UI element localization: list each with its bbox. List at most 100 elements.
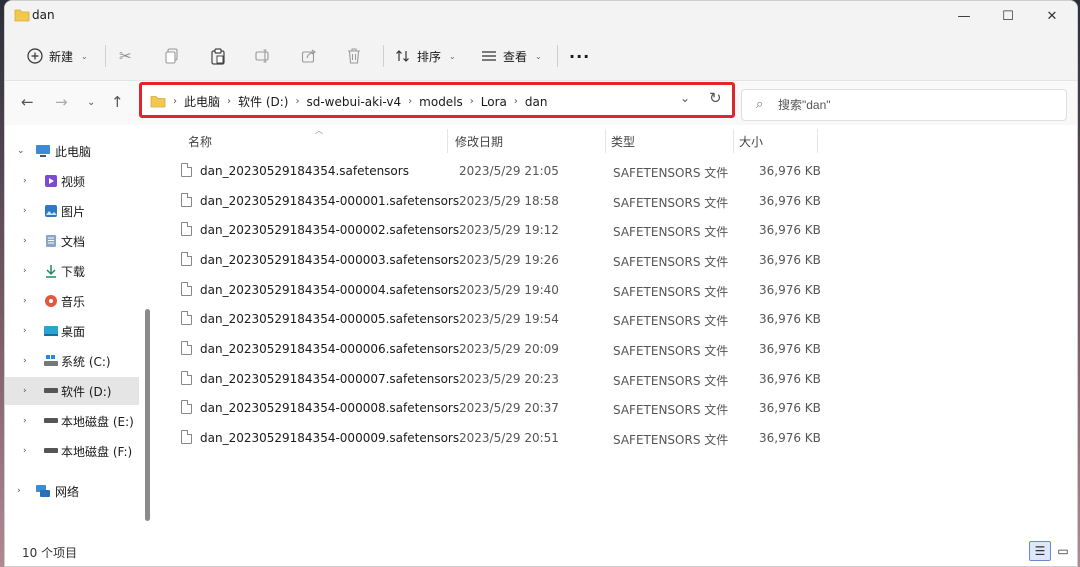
title-bar: dan — ☐ ✕ [5, 1, 1077, 31]
file-type: SAFETENSORS 文件 [613, 403, 729, 417]
column-divider[interactable] [605, 129, 606, 153]
rename-button[interactable] [255, 41, 271, 71]
file-modified: 2023/5/29 18:58 [459, 194, 559, 208]
status-bar: 10 个项目 ☰ ▭ [5, 541, 1077, 566]
sidebar-item-music[interactable]: › 音乐 [5, 287, 139, 315]
more-options-button[interactable]: ··· [569, 41, 590, 71]
file-row[interactable]: dan_20230529184354-000004.safetensors 20… [175, 275, 821, 305]
toolbar-divider [557, 45, 558, 67]
file-list: ︿ 名称 修改日期 类型 大小 dan_20230529184354.safet… [155, 125, 1077, 541]
sidebar-item-this-pc[interactable]: ⌄ 此电脑 [5, 137, 139, 165]
file-row[interactable]: dan_20230529184354.safetensors 2023/5/29… [175, 156, 821, 186]
chevron-right-icon[interactable]: › [23, 206, 27, 216]
share-button[interactable] [301, 41, 317, 71]
chevron-right-icon[interactable]: › [23, 416, 27, 426]
file-row[interactable]: dan_20230529184354-000002.safetensors 20… [175, 215, 821, 245]
sidebar-item-label: 图片 [61, 204, 86, 219]
back-arrow-icon[interactable]: ← [21, 93, 34, 111]
sidebar-item-drive-e[interactable]: › 本地磁盘 (E:) [5, 407, 139, 435]
sidebar-item-documents[interactable]: › 文档 [5, 227, 139, 255]
file-row[interactable]: dan_20230529184354-000008.safetensors 20… [175, 393, 821, 423]
search-input[interactable] [778, 96, 1058, 114]
sidebar-item-network[interactable]: › 网络 [5, 477, 139, 505]
breadcrumb-item[interactable]: 软件 (D:) [238, 93, 288, 110]
file-name: dan_20230529184354-000006.safetensors [200, 342, 460, 356]
chevron-right-icon[interactable]: › [23, 446, 27, 456]
forward-arrow-icon[interactable]: → [55, 93, 68, 111]
file-row[interactable]: dan_20230529184354-000006.safetensors 20… [175, 334, 821, 364]
sidebar-item-downloads[interactable]: › 下载 [5, 257, 139, 285]
rename-icon [255, 49, 269, 63]
delete-button[interactable] [347, 41, 361, 71]
file-row[interactable]: dan_20230529184354-000009.safetensors 20… [175, 423, 821, 453]
breadcrumb-item[interactable]: models [419, 95, 463, 109]
paste-button[interactable] [210, 41, 226, 71]
large-icons-view-button[interactable]: ▭ [1053, 541, 1073, 561]
file-modified: 2023/5/29 19:54 [459, 312, 559, 326]
chevron-right-icon[interactable]: › [23, 266, 27, 276]
sidebar-item-drive-f[interactable]: › 本地磁盘 (F:) [5, 437, 139, 465]
sidebar-item-label: 本地磁盘 (F:) [61, 444, 133, 459]
sidebar-item-label: 桌面 [61, 324, 86, 339]
chevron-right-icon[interactable]: › [23, 386, 27, 396]
chevron-down-icon[interactable]: ⌄ [17, 146, 25, 156]
recent-locations-chevron-icon[interactable]: ⌄ [87, 97, 95, 108]
address-history-chevron-icon[interactable]: ⌄ [680, 91, 690, 105]
new-label: 新建 [49, 49, 74, 64]
file-row[interactable]: dan_20230529184354-000003.safetensors 20… [175, 245, 821, 275]
chevron-right-icon[interactable]: › [23, 296, 27, 306]
column-divider[interactable] [733, 129, 734, 153]
sidebar-item-pictures[interactable]: › 图片 [5, 197, 139, 225]
details-view-button[interactable]: ☰ [1029, 541, 1051, 561]
breadcrumb-item[interactable]: Lora [481, 95, 507, 109]
column-header-type[interactable]: 类型 [611, 133, 635, 150]
file-icon [181, 311, 192, 325]
sidebar-item-label: 软件 (D:) [61, 384, 112, 399]
file-name: dan_20230529184354-000004.safetensors [200, 283, 460, 297]
column-divider[interactable] [817, 129, 818, 153]
file-icon [181, 282, 192, 296]
file-name: dan_20230529184354-000007.safetensors [200, 372, 460, 386]
cut-button[interactable]: ✂ [119, 41, 132, 71]
new-button[interactable]: 新建 ⌄ [27, 41, 88, 71]
close-button[interactable]: ✕ [1029, 1, 1075, 31]
chevron-right-icon[interactable]: › [23, 326, 27, 336]
file-type: SAFETENSORS 文件 [613, 196, 729, 210]
sidebar-item-drive-d[interactable]: › 软件 (D:) [5, 377, 139, 405]
up-arrow-icon[interactable]: ↑ [111, 93, 124, 111]
chevron-right-icon[interactable]: › [23, 176, 27, 186]
column-header-size[interactable]: 大小 [739, 133, 763, 150]
navigation-pane: ⌄ 此电脑 › 视频 › 图片 › 文档 › 下载 › 音乐 › 桌面 › 系统… [5, 125, 153, 541]
address-bar[interactable]: › 此电脑 › 软件 (D:) › sd-webui-aki-v4 › mode… [139, 82, 735, 118]
file-size: 36,976 KB [759, 194, 821, 208]
windows-drive-icon [43, 354, 59, 368]
breadcrumb-item[interactable]: sd-webui-aki-v4 [306, 95, 401, 109]
sidebar-item-drive-c[interactable]: › 系统 (C:) [5, 347, 139, 375]
file-size: 36,976 KB [759, 342, 821, 356]
column-header-name[interactable]: 名称 [188, 133, 212, 150]
sidebar-item-videos[interactable]: › 视频 [5, 167, 139, 195]
refresh-icon[interactable]: ↻ [709, 89, 722, 107]
sidebar-item-label: 下载 [61, 264, 86, 279]
maximize-button[interactable]: ☐ [985, 1, 1031, 31]
column-header-modified[interactable]: 修改日期 [455, 133, 503, 150]
file-row[interactable]: dan_20230529184354-000001.safetensors 20… [175, 186, 821, 216]
minimize-button[interactable]: — [941, 1, 987, 31]
item-count: 10 个项目 [22, 546, 78, 560]
sidebar-scrollbar[interactable] [145, 309, 150, 521]
copy-button[interactable] [165, 41, 179, 71]
view-button[interactable]: 查看 ⌄ [481, 41, 542, 71]
chevron-right-icon[interactable]: › [23, 236, 27, 246]
chevron-right-icon[interactable]: › [17, 486, 21, 496]
documents-folder-icon [43, 234, 59, 248]
chevron-right-icon[interactable]: › [23, 356, 27, 366]
file-row[interactable]: dan_20230529184354-000005.safetensors 20… [175, 304, 821, 334]
sidebar-item-desktop[interactable]: › 桌面 [5, 317, 139, 345]
search-box[interactable]: ⌕ [741, 89, 1067, 121]
breadcrumb-item[interactable]: 此电脑 [184, 93, 220, 110]
column-divider[interactable] [447, 129, 448, 153]
sidebar-item-label: 此电脑 [55, 144, 92, 159]
file-row[interactable]: dan_20230529184354-000007.safetensors 20… [175, 364, 821, 394]
sort-button[interactable]: 排序 ⌄ [395, 41, 456, 71]
breadcrumb-item[interactable]: dan [525, 95, 548, 109]
